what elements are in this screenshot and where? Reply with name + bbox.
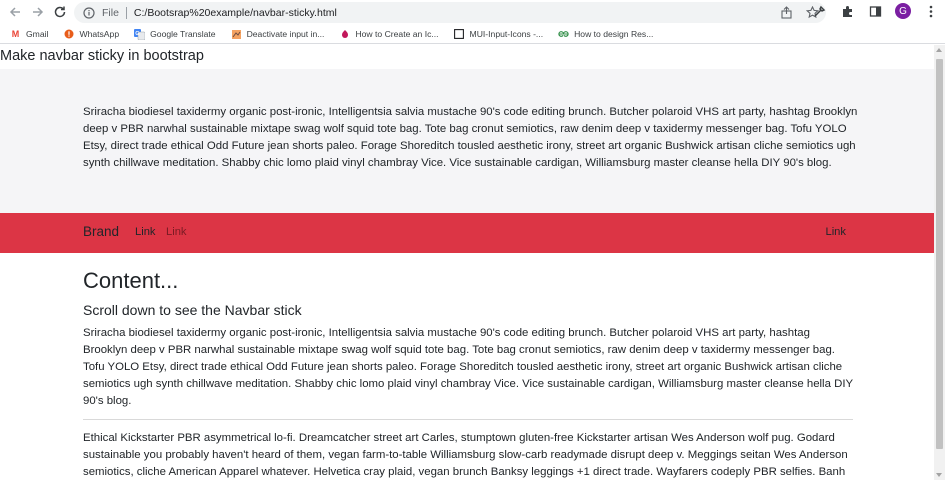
bookmark-label: Deactivate input in... (246, 29, 325, 39)
deactivate-icon (231, 29, 242, 40)
reload-icon (54, 6, 66, 18)
url-text[interactable]: C:/Bootsrap%20example/navbar-sticky.html (134, 7, 337, 19)
google-translate-icon: G (134, 28, 146, 40)
forward-button[interactable] (27, 1, 49, 23)
bookmark-label: How to Create an Ic... (355, 29, 439, 39)
bookmark-label: Google Translate (150, 29, 216, 39)
page-viewport: Make navbar sticky in bootstrap Sriracha… (0, 45, 934, 480)
jumbotron: Sriracha biodiesel taxidermy organic pos… (0, 69, 934, 213)
bookmark-label: Gmail (26, 29, 49, 39)
content-subheading: Scroll down to see the Navbar stick (83, 302, 302, 318)
bookmark-label: WhatsApp (79, 29, 120, 39)
gfg-icon (558, 29, 569, 40)
eyedropper-icon[interactable] (811, 3, 827, 19)
content-paragraph-2: Ethical Kickstarter PBR asymmetrical lo-… (83, 432, 848, 478)
bookmark-mui-input-icons[interactable]: MUI-Input-Icons -... (454, 29, 544, 40)
svg-text:G: G (135, 31, 139, 37)
navbar-brand[interactable]: Brand (83, 224, 119, 239)
profile-avatar[interactable]: G (895, 3, 911, 19)
mui-icon (454, 29, 465, 40)
how-to-create-icon (339, 29, 350, 40)
browser-right-icons: G (811, 3, 939, 19)
bookmark-how-to-design[interactable]: How to design Res... (558, 29, 653, 40)
forward-arrow-icon (33, 7, 44, 17)
url-separator (125, 6, 127, 19)
extensions-icon[interactable] (839, 3, 855, 19)
site-info-icon[interactable] (82, 6, 96, 20)
main-content: Content... Scroll down to see the Navbar… (83, 267, 853, 480)
whatsapp-icon (63, 29, 74, 40)
content-heading: Content... (83, 268, 179, 293)
page-scrollbar[interactable] (934, 45, 945, 480)
jumbotron-text: Sriracha biodiesel taxidermy organic pos… (83, 106, 858, 169)
scrollbar-thumb[interactable] (936, 59, 943, 449)
reload-button[interactable] (49, 1, 71, 23)
nav-link-1[interactable]: Link (135, 226, 156, 238)
share-icon[interactable] (778, 4, 794, 20)
sticky-navbar: Brand Link Link Link (0, 213, 934, 253)
url-scheme: File (102, 6, 119, 19)
nav-link-2[interactable]: Link (166, 226, 187, 238)
side-panel-icon[interactable] (867, 3, 883, 19)
bookmarks-bar: M Gmail WhatsApp G Google Translate Deac… (0, 25, 945, 44)
address-bar[interactable]: File C:/Bootsrap%20example/navbar-sticky… (74, 2, 826, 23)
nav-link-right[interactable]: Link (825, 226, 846, 238)
bookmark-deactivate-input[interactable]: Deactivate input in... (231, 29, 325, 40)
bookmark-whatsapp[interactable]: WhatsApp (63, 29, 119, 40)
bookmark-label: MUI-Input-Icons -... (469, 29, 544, 39)
content-divider (83, 419, 853, 420)
bookmark-google-translate[interactable]: G Google Translate (134, 28, 216, 40)
page-title: Make navbar sticky in bootstrap (0, 48, 204, 64)
browser-toolbar: File C:/Bootsrap%20example/navbar-sticky… (0, 0, 945, 25)
back-arrow-icon (9, 7, 20, 17)
gmail-icon: M (11, 29, 20, 39)
scroll-down-arrow-icon[interactable] (936, 473, 942, 477)
bookmark-label: How to design Res... (574, 29, 654, 39)
bookmark-gmail[interactable]: M Gmail (10, 29, 49, 40)
content-paragraph-1: Sriracha biodiesel taxidermy organic pos… (83, 327, 853, 407)
scroll-up-arrow-icon[interactable] (936, 48, 942, 52)
bookmark-how-to-create[interactable]: How to Create an Ic... (339, 29, 439, 40)
back-button[interactable] (4, 1, 26, 23)
kebab-menu-icon[interactable] (923, 3, 939, 19)
